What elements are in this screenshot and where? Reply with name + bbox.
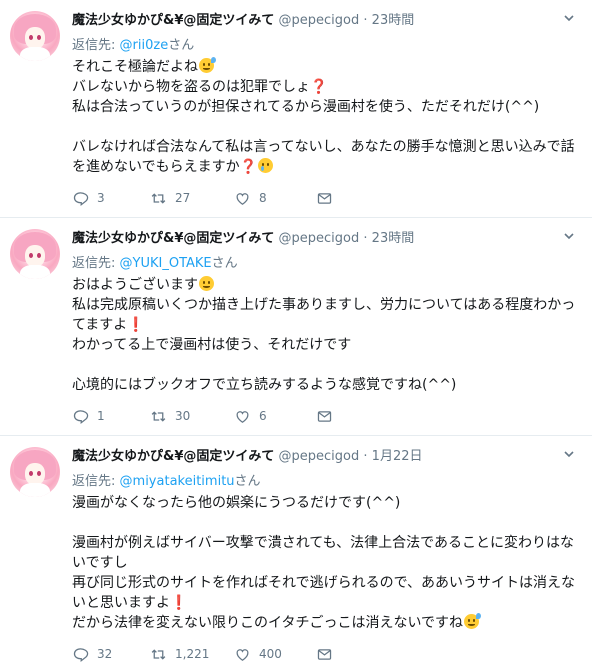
reply-mention[interactable]: @miyatakeitimitu xyxy=(120,474,235,489)
tweet-text: おはようございます 私は完成原稿いくつか描き上げた事ありますし、労力についてはあ… xyxy=(72,275,582,395)
grinning-emoji-icon xyxy=(199,276,214,291)
tweet-line: だから法律を変えない限りこのイタチごっこは消えないですね xyxy=(72,615,464,631)
timestamp[interactable]: 1月22日 xyxy=(372,449,423,464)
tweet-header: 魔法少女ゆかぴ&¥@固定ツイみて @pepecigod · 23時間 xyxy=(72,9,580,29)
separator-dot: · xyxy=(363,13,368,28)
tweet-actions: 32 1,221 400 xyxy=(72,644,352,664)
tweet-line: 私は合法っていうのが担保されてるから漫画村を使う、ただそれだけ(^^) xyxy=(72,99,540,115)
tweet-actions: 1 30 6 xyxy=(72,406,352,426)
retweet-count: 1,221 xyxy=(175,647,210,661)
heart-icon xyxy=(236,648,249,661)
like-button[interactable]: 8 xyxy=(234,188,267,208)
like-count: 400 xyxy=(259,647,282,661)
exclamation-emoji-icon: ❗ xyxy=(170,595,188,611)
reply-context: 返信先: @YUKI_OTAKEさん xyxy=(72,252,238,271)
reply-suffix: さん xyxy=(168,38,195,53)
retweet-button[interactable]: 30 xyxy=(150,406,190,426)
timestamp[interactable]: 23時間 xyxy=(372,13,415,28)
tweet-line: 私は完成原稿いくつか描き上げた事ありますし、労力についてはある程度わかっ xyxy=(72,297,576,313)
reply-icon xyxy=(73,191,89,206)
chevron-down-icon[interactable] xyxy=(562,11,576,25)
avatar[interactable] xyxy=(10,229,60,279)
reply-count: 32 xyxy=(97,647,113,661)
retweet-icon xyxy=(151,648,166,660)
reply-context: 返信先: @rii0zeさん xyxy=(72,34,194,53)
retweet-count: 27 xyxy=(175,191,191,205)
sad-face-emoji-icon xyxy=(258,158,274,173)
separator-dot: · xyxy=(363,449,368,464)
envelope-icon xyxy=(317,410,332,422)
display-name[interactable]: 魔法少女ゆかぴ&¥@固定ツイみて xyxy=(72,13,274,28)
reply-button[interactable]: 3 xyxy=(72,188,105,208)
retweet-icon xyxy=(151,192,166,204)
reply-icon xyxy=(73,647,89,662)
tweet-line: おはようございます xyxy=(72,277,198,293)
reply-icon xyxy=(73,409,89,424)
like-count: 8 xyxy=(259,191,267,205)
chevron-down-icon[interactable] xyxy=(562,447,576,461)
retweet-icon xyxy=(151,410,166,422)
dm-button[interactable] xyxy=(316,406,333,426)
reply-prefix: 返信先: xyxy=(72,474,116,489)
heart-icon xyxy=(236,192,249,205)
like-count: 6 xyxy=(259,409,267,423)
user-handle[interactable]: @pepecigod xyxy=(279,231,360,246)
exclamation-emoji-icon: ❗ xyxy=(127,317,145,333)
tweet-header: 魔法少女ゆかぴ&¥@固定ツイみて @pepecigod · 1月22日 xyxy=(72,445,580,465)
reply-context: 返信先: @miyatakeitimituさん xyxy=(72,470,261,489)
tweet[interactable]: 魔法少女ゆかぴ&¥@固定ツイみて @pepecigod · 1月22日 返信先:… xyxy=(0,436,592,667)
tweet[interactable]: 魔法少女ゆかぴ&¥@固定ツイみて @pepecigod · 23時間 返信先: … xyxy=(0,218,592,436)
tweet-line: バレなければ合法なんて私は言ってないし、あなたの勝手な憶測と思い込みで話 xyxy=(72,139,575,155)
retweet-count: 30 xyxy=(175,409,191,423)
dm-button[interactable] xyxy=(316,188,333,208)
reply-prefix: 返信先: xyxy=(72,38,116,53)
reply-prefix: 返信先: xyxy=(72,256,116,271)
question-mark-emoji-icon: ❓ xyxy=(310,79,328,95)
reply-mention[interactable]: @YUKI_OTAKE xyxy=(120,256,212,271)
tweet-line: いですし xyxy=(72,555,128,571)
chevron-down-icon[interactable] xyxy=(562,229,576,243)
timestamp[interactable]: 23時間 xyxy=(372,231,415,246)
reply-mention[interactable]: @rii0ze xyxy=(120,38,169,53)
sweat-smile-emoji-icon xyxy=(199,57,216,73)
tweet-header: 魔法少女ゆかぴ&¥@固定ツイみて @pepecigod · 23時間 xyxy=(72,227,580,247)
separator-dot: · xyxy=(363,231,368,246)
reply-button[interactable]: 1 xyxy=(72,406,105,426)
tweet[interactable]: 魔法少女ゆかぴ&¥@固定ツイみて @pepecigod · 23時間 返信先: … xyxy=(0,0,592,218)
like-button[interactable]: 6 xyxy=(234,406,267,426)
tweet-text: それこそ極論だよね バレないから物を盗るのは犯罪でしょ❓ 私は合法っていうのが担… xyxy=(72,57,582,177)
retweet-button[interactable]: 27 xyxy=(150,188,190,208)
envelope-icon xyxy=(317,192,332,204)
heart-icon xyxy=(236,410,249,423)
reply-button[interactable]: 32 xyxy=(72,644,112,664)
reply-count: 1 xyxy=(97,409,105,423)
retweet-button[interactable]: 1,221 xyxy=(150,644,209,664)
sweat-smile-emoji-icon xyxy=(464,613,482,629)
tweet-line: わかってる上で漫画村は使う、それだけです xyxy=(72,337,352,353)
tweet-line: 心境的にはブックオフで立ち読みするような感覚ですね(^^) xyxy=(72,377,457,393)
dm-button[interactable] xyxy=(316,644,333,664)
user-handle[interactable]: @pepecigod xyxy=(279,13,360,28)
display-name[interactable]: 魔法少女ゆかぴ&¥@固定ツイみて xyxy=(72,449,274,464)
reply-suffix: さん xyxy=(234,474,261,489)
tweet-line: それこそ極論だよね xyxy=(72,59,198,75)
tweet-text: 漫画がなくなったら他の娯楽にうつるだけです(^^) 漫画村が例えばサイバー攻撃で… xyxy=(72,493,582,633)
tweet-line: 再び同じ形式のサイトを作ればそれで逃げられるので、ああいうサイトは消えな xyxy=(72,575,576,591)
avatar[interactable] xyxy=(10,11,60,61)
tweet-line: いと思いますよ xyxy=(72,595,170,611)
envelope-icon xyxy=(317,648,332,660)
reply-suffix: さん xyxy=(211,256,238,271)
tweet-line: を進めないでもらえますか xyxy=(72,159,240,175)
question-mark-emoji-icon: ❓ xyxy=(239,159,258,175)
tweet-line: バレないから物を盗るのは犯罪でしょ xyxy=(72,79,310,95)
user-handle[interactable]: @pepecigod xyxy=(279,449,360,464)
avatar[interactable] xyxy=(10,447,60,497)
display-name[interactable]: 魔法少女ゆかぴ&¥@固定ツイみて xyxy=(72,231,274,246)
like-button[interactable]: 400 xyxy=(234,644,282,664)
tweet-line: てますよ xyxy=(72,317,128,333)
tweet-line: 漫画村が例えばサイバー攻撃で潰されても、法律上合法であることに変わりはな xyxy=(72,535,575,551)
reply-count: 3 xyxy=(97,191,105,205)
tweet-actions: 3 27 8 xyxy=(72,188,352,208)
tweet-line: 漫画がなくなったら他の娯楽にうつるだけです(^^) xyxy=(72,495,401,511)
